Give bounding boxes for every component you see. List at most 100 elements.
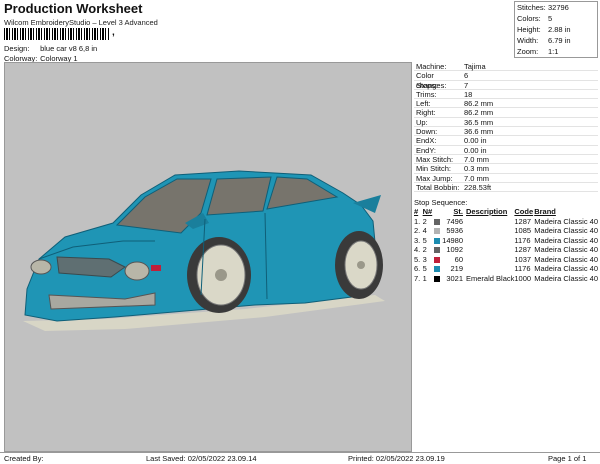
info-label: Left: (416, 99, 431, 109)
thread-code: 1085 (514, 226, 532, 235)
stop-number: 2. (414, 226, 421, 235)
summary-label: Zoom: (517, 47, 539, 56)
swatch-cell (433, 217, 443, 227)
stitch-count: 7496 (446, 216, 464, 226)
summary-label: Colors: (517, 14, 541, 23)
color-swatch (433, 218, 440, 225)
info-value: 6 (464, 71, 469, 81)
info-row: Stops: 7 (414, 81, 598, 90)
info-value: 18 (464, 89, 473, 99)
summary-width: Width: 6.79 in (515, 35, 597, 46)
info-value: 86.2 mm (464, 108, 494, 118)
info-row: EndX: 0.00 in (414, 136, 598, 146)
col-swatch (433, 207, 443, 217)
info-row: Min Stitch: 0.3 mm (414, 164, 598, 174)
thread-code: 1000 (514, 273, 532, 283)
worksheet-title: Production Worksheet (4, 1, 143, 16)
thread-description (463, 236, 514, 246)
info-value: 7.0 mm (464, 154, 490, 164)
needle-number: 5 (422, 235, 427, 245)
stop-number: 4. (414, 245, 421, 254)
info-label: Max Jump: (416, 173, 453, 183)
info-value: 0.00 in (464, 136, 487, 146)
swatch-cell (433, 245, 443, 255)
col-brand: Brand (534, 207, 556, 216)
col-description: Description (466, 207, 508, 216)
summary-colors: Colors: 5 (515, 13, 597, 24)
info-row: Max Jump: 7.0 mm (414, 174, 598, 183)
stop-sequence-title: Stop Sequence: (414, 198, 468, 207)
info-value: 0.00 in (464, 145, 487, 155)
col-needle: N# (422, 207, 433, 216)
table-header-row: # N# St. Description Code Brand (414, 207, 598, 217)
info-label: Stops: (416, 80, 438, 90)
footer: Created By: Last Saved: 02/05/2022 23.09… (0, 452, 600, 464)
created-by: Created By: (4, 454, 44, 463)
stitch-count: 14980 (442, 235, 464, 245)
thread-description (463, 217, 514, 227)
info-row: Down: 36.6 mm (414, 127, 598, 137)
summary-value: 6.79 in (548, 36, 571, 45)
stop-number: 5. (414, 254, 421, 264)
info-label: Machine: (416, 62, 447, 71)
summary-label: Height: (517, 25, 541, 34)
col-code: Code (514, 207, 534, 216)
color-swatch (433, 237, 440, 244)
stitch-count: 219 (450, 264, 464, 273)
needle-number: 2 (422, 245, 427, 254)
summary-value: 32796 (548, 3, 569, 12)
thread-description (463, 264, 514, 274)
info-row: EndY: 0.00 in (414, 146, 598, 155)
swatch-cell (433, 226, 443, 236)
swatch-cell (433, 264, 443, 274)
design-preview (4, 62, 412, 452)
info-label: Right: (416, 108, 436, 118)
design-label: Design: (4, 44, 30, 53)
info-row: Max Stitch: 7.0 mm (414, 154, 598, 165)
table-row: 1. 2 7496 1287 Madeira Classic 40 (414, 217, 598, 227)
stitch-count: 3021 (446, 273, 464, 283)
table-row: 4. 2 1092 1287 Madeira Classic 40 (414, 245, 598, 255)
thread-brand: Madeira Classic 40 (534, 273, 598, 283)
info-row: Left: 86.2 mm (414, 99, 598, 109)
thread-code: 1287 (514, 245, 532, 254)
info-value: 7.0 mm (464, 173, 490, 183)
swatch-cell (433, 236, 443, 246)
stop-number: 3. (414, 235, 421, 245)
thread-brand: Madeira Classic 40 (534, 254, 598, 264)
col-stitches: St. (453, 207, 464, 216)
printed-date: Printed: 02/05/2022 23.09.19 (348, 454, 445, 463)
thread-code: 1287 (514, 216, 532, 226)
stitch-count: 1092 (446, 245, 464, 254)
thread-brand: Madeira Classic 40 (534, 216, 598, 226)
thread-description (463, 226, 514, 236)
info-row: Up: 36.5 mm (414, 117, 598, 128)
color-swatch (433, 228, 440, 235)
info-value: 7 (464, 80, 469, 90)
thread-code: 1176 (514, 235, 531, 245)
stop-number: 7. (414, 273, 421, 283)
table-row: 2. 4 5936 1085 Madeira Classic 40 (414, 226, 598, 236)
info-value: 36.5 mm (464, 117, 494, 127)
needle-number: 1 (422, 273, 427, 283)
info-value: Tajima (464, 62, 486, 71)
barcode (4, 28, 110, 40)
info-value: 86.2 mm (464, 99, 494, 109)
stop-number: 6. (414, 264, 421, 273)
color-swatch (433, 266, 440, 273)
info-row: Color changes: 6 (414, 71, 598, 90)
table-row: 7. 1 3021 Emerald Black 1000 Madeira Classic … (414, 274, 598, 284)
color-swatch (433, 247, 440, 254)
summary-value: 1:1 (548, 47, 559, 56)
info-value: 36.6 mm (464, 127, 494, 137)
info-row: Trims: 18 (414, 89, 598, 100)
machine-info: Machine: Tajima Color changes: 6 Stops: 7 T… (414, 62, 598, 193)
table-row: 6. 5 219 1176 Madeira Classic 40 (414, 264, 598, 274)
info-value: 0.3 mm (464, 164, 490, 174)
thread-code: 1176 (514, 264, 531, 273)
summary-value: 2.88 in (548, 25, 571, 34)
last-saved: Last Saved: 02/05/2022 23.09.14 (146, 454, 257, 463)
table-row: 5. 3 60 1037 Madeira Classic 40 (414, 255, 598, 265)
needle-number: 2 (422, 216, 427, 226)
summary-box: Stitches: 32796 Colors: 5 Height: 2.88 in W… (514, 1, 598, 58)
